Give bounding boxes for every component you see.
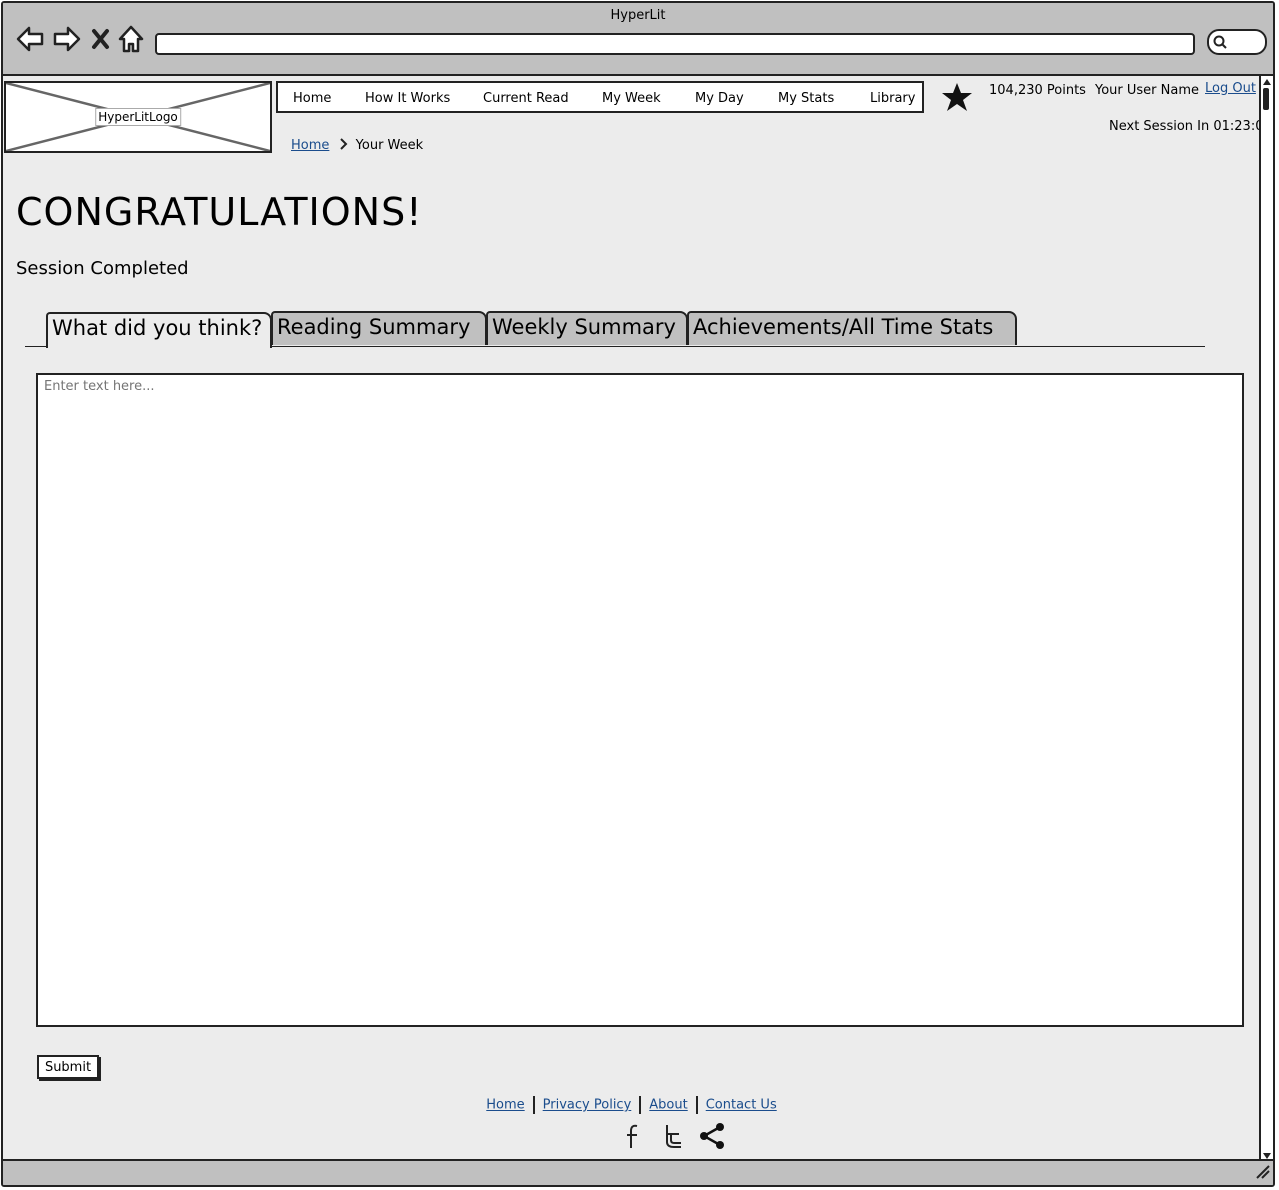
chevron-right-icon xyxy=(339,138,347,150)
nav-item-my-day[interactable]: My Day xyxy=(695,91,744,106)
nav-item-current-read[interactable]: Current Read xyxy=(483,91,569,106)
logo[interactable]: HyperLitLogo xyxy=(4,81,272,153)
next-session-timer: Next Session In 01:23:04 xyxy=(1109,119,1272,134)
page-scrollbar[interactable] xyxy=(1259,76,1273,1162)
nav-item-my-stats[interactable]: My Stats xyxy=(778,91,834,106)
tab-what-did-you-think[interactable]: What did you think? xyxy=(46,312,272,348)
browser-chrome: HyperLit xyxy=(3,3,1273,76)
home-icon[interactable] xyxy=(116,23,146,55)
points-count: 104,230 Points xyxy=(989,83,1086,98)
page-content: HyperLitLogo Home How It Works Current R… xyxy=(3,76,1272,1162)
footer-privacy-link[interactable]: Privacy Policy xyxy=(543,1098,632,1113)
nav-item-how-it-works[interactable]: How It Works xyxy=(365,91,450,106)
window-title: HyperLit xyxy=(610,8,666,23)
logout-link[interactable]: Log Out xyxy=(1205,81,1256,96)
footer-divider xyxy=(639,1096,642,1114)
status-bar xyxy=(3,1159,1273,1185)
breadcrumb: Home Your Week xyxy=(291,138,423,153)
tab-reading-summary[interactable]: Reading Summary xyxy=(271,311,487,345)
facebook-icon[interactable] xyxy=(623,1122,645,1150)
twitter-icon[interactable] xyxy=(661,1122,685,1150)
scroll-up-icon[interactable] xyxy=(1262,77,1272,87)
user-name: Your User Name xyxy=(1095,83,1199,98)
page-title: CONGRATULATIONS! xyxy=(16,190,423,234)
resize-grip-icon[interactable] xyxy=(1255,1164,1271,1180)
submit-button[interactable]: Submit xyxy=(37,1055,99,1079)
url-bar[interactable] xyxy=(155,33,1195,55)
search-icon xyxy=(1213,35,1227,49)
share-icon[interactable] xyxy=(699,1122,727,1150)
nav-item-library[interactable]: Library xyxy=(870,91,915,106)
footer-links: Home Privacy Policy About Contact Us xyxy=(3,1096,1260,1114)
nav-item-home[interactable]: Home xyxy=(293,91,331,106)
star-icon xyxy=(942,83,972,111)
feedback-textarea[interactable] xyxy=(36,373,1244,1027)
scroll-thumb[interactable] xyxy=(1263,88,1269,110)
page-subtitle: Session Completed xyxy=(16,258,189,279)
browser-search-field[interactable] xyxy=(1207,29,1267,55)
footer-contact-link[interactable]: Contact Us xyxy=(706,1098,777,1113)
stop-icon[interactable] xyxy=(89,23,119,55)
breadcrumb-home-link[interactable]: Home xyxy=(291,138,329,153)
footer-home-link[interactable]: Home xyxy=(486,1098,524,1113)
tab-achievements[interactable]: Achievements/All Time Stats xyxy=(687,311,1017,345)
tab-weekly-summary[interactable]: Weekly Summary xyxy=(486,311,688,345)
footer-divider xyxy=(532,1096,535,1114)
back-arrow-icon[interactable] xyxy=(15,23,45,55)
footer-about-link[interactable]: About xyxy=(649,1098,687,1113)
logo-label: HyperLitLogo xyxy=(95,108,181,126)
browser-window: HyperLit HyperLitLogo Home How It Works … xyxy=(1,1,1275,1187)
main-nav: Home How It Works Current Read My Week M… xyxy=(276,81,924,113)
breadcrumb-current: Your Week xyxy=(355,138,424,153)
nav-item-my-week[interactable]: My Week xyxy=(602,91,661,106)
footer-divider xyxy=(695,1096,698,1114)
forward-arrow-icon[interactable] xyxy=(52,23,82,55)
